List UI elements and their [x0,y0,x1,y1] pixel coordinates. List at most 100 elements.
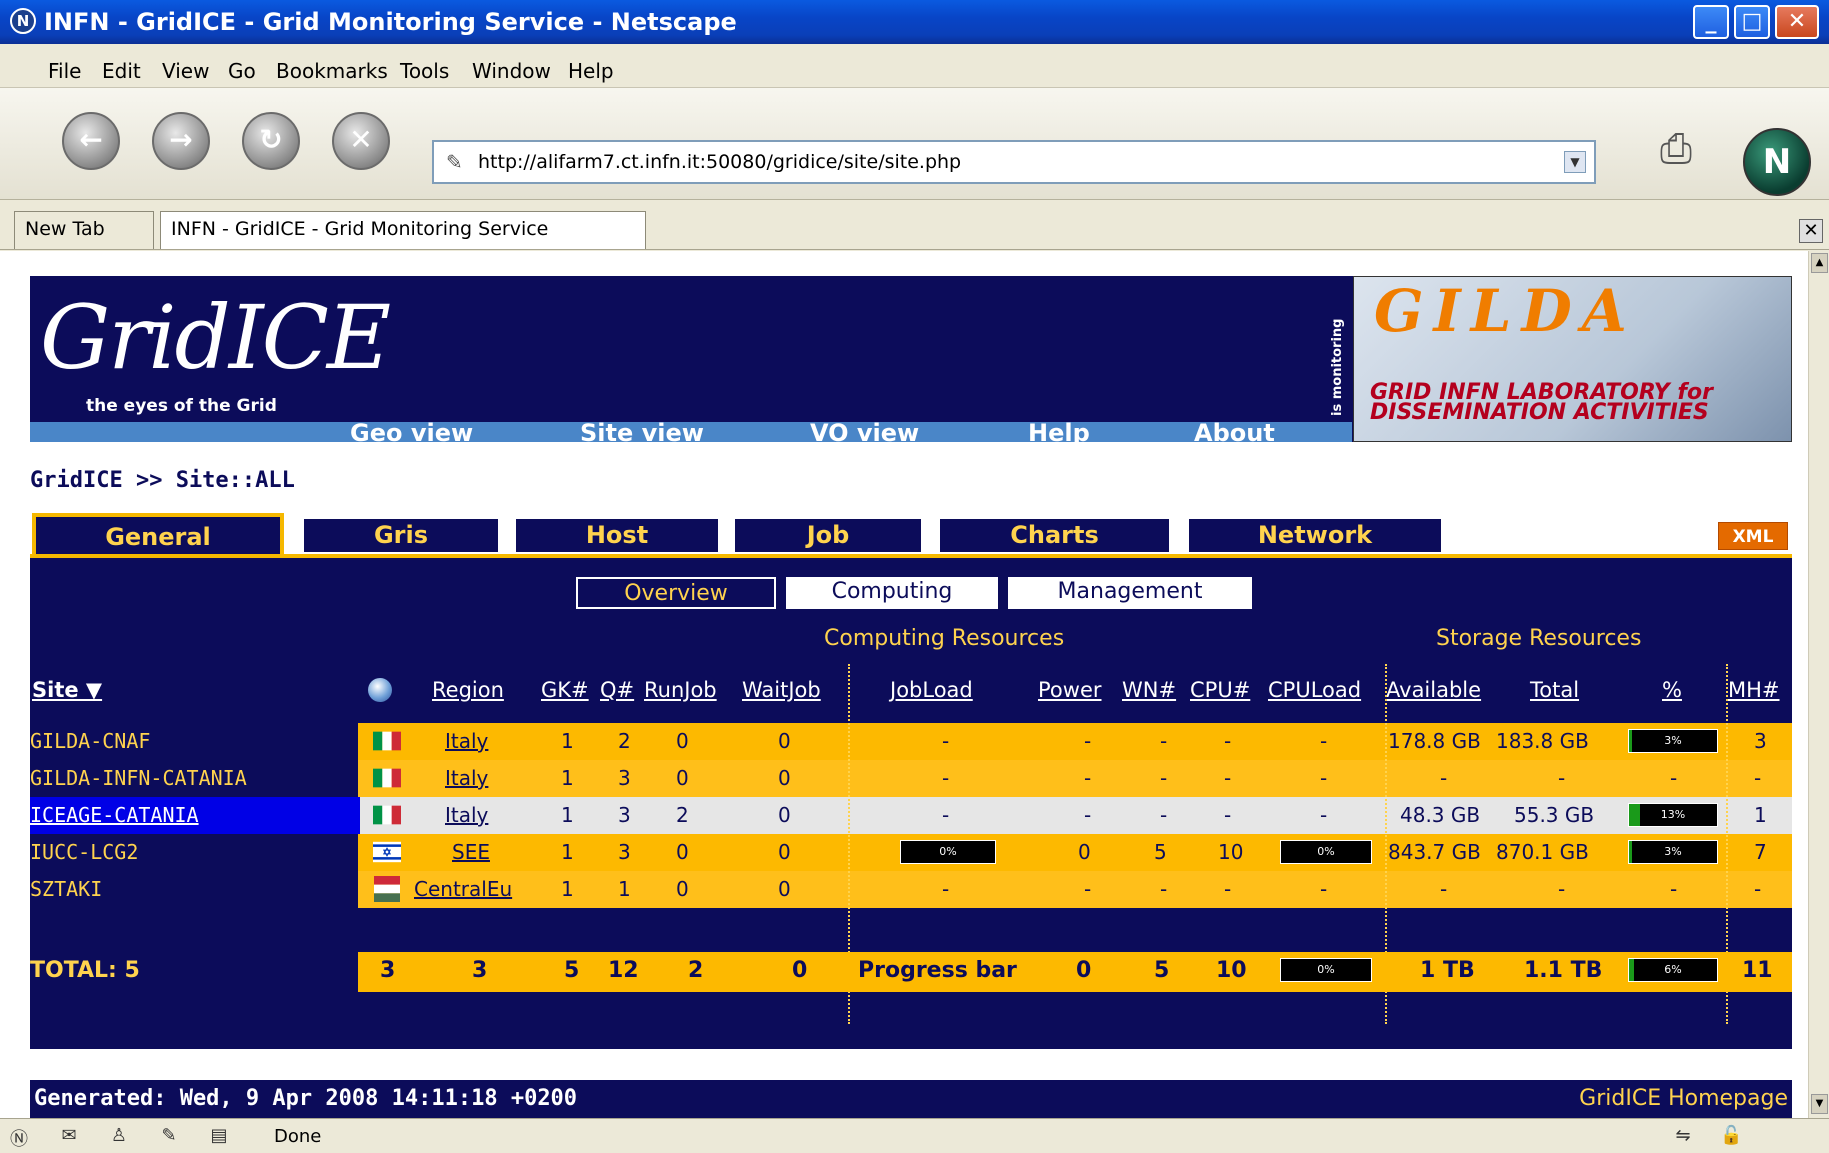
col-region[interactable]: Region [432,678,504,702]
back-icon[interactable]: ← [62,112,120,170]
scroll-down-icon[interactable]: ▼ [1811,1094,1828,1114]
region-link[interactable]: Italy [445,729,488,753]
cell-available: - [1440,877,1448,901]
xml-button[interactable]: XML [1718,522,1788,550]
table-row: SZTAKI CentralEu 1 1 0 0 - - - - - - - - - [30,871,1792,908]
minimize-button[interactable]: _ [1693,5,1729,39]
table-row: IUCC-LCG2 SEE 1 3 0 0 0% 0 5 10 0% 843.7 GB 870.1 GB… [30,834,1792,871]
storage-resources-heading: Storage Resources [1436,626,1642,651]
tab-charts[interactable]: Charts [940,519,1169,552]
close-tab-icon[interactable]: ✕ [1799,219,1823,243]
col-jobload[interactable]: JobLoad [890,678,973,702]
col-cpuload[interactable]: CPULoad [1268,678,1361,702]
tab-gridice[interactable]: INFN - GridICE - Grid Monitoring Service [160,211,646,249]
col-total[interactable]: Total [1530,678,1579,702]
cell-gk: 1 [561,877,574,901]
cell-runjob: 2 [676,803,689,827]
col-pct[interactable]: % [1662,678,1682,702]
cell-available: 48.3 GB [1400,803,1481,827]
total-label: TOTAL: 5 [30,958,140,983]
url-dropdown-icon[interactable]: ▼ [1564,151,1586,173]
col-available[interactable]: Available [1386,678,1481,702]
nav-vo-view[interactable]: VO view [810,419,919,447]
cell-waitjob: 0 [778,803,791,827]
mail-icon[interactable]: ✉ [58,1125,80,1147]
subtab-management[interactable]: Management [1008,577,1252,609]
netscape-status-icon[interactable]: Ⓝ [8,1125,30,1150]
forward-icon[interactable]: → [152,112,210,170]
site-name: GILDA-CNAF [30,729,151,753]
menu-edit[interactable]: Edit [102,59,141,83]
tab-job[interactable]: Job [735,519,921,552]
menu-window[interactable]: Window [472,59,551,83]
total-power: 0 [1076,958,1092,983]
cell-waitjob: 0 [778,840,791,864]
col-mh[interactable]: MH# [1728,678,1780,702]
cell-wn: - [1160,803,1168,827]
subtab-overview[interactable]: Overview [576,577,776,609]
cell-cpuload: - [1320,803,1328,827]
region-link[interactable]: SEE [452,840,490,864]
region-link[interactable]: CentralEu [414,877,512,901]
site-name[interactable]: ICEAGE-CATANIA [30,803,199,827]
gridice-logo[interactable]: GridICE the eyes of the Grid [30,276,391,426]
menu-file[interactable]: File [48,59,81,83]
scroll-up-icon[interactable]: ▲ [1811,253,1828,273]
site-name: IUCC-LCG2 [30,840,139,864]
print-icon[interactable]: ⎙ [1646,126,1706,182]
cell-wn: - [1160,766,1168,790]
addressbook-icon[interactable]: ▤ [208,1125,230,1147]
subtab-computing[interactable]: Computing [786,577,998,609]
composer-icon[interactable]: ✎ [158,1125,180,1147]
col-wn[interactable]: WN# [1122,678,1176,702]
col-power[interactable]: Power [1038,678,1102,702]
nav-geo-view[interactable]: Geo view [350,419,473,447]
tab-host[interactable]: Host [516,519,718,552]
region-link[interactable]: Italy [445,766,488,790]
cell-total: 55.3 GB [1514,803,1595,827]
tab-gris[interactable]: Gris [304,519,498,552]
stop-icon[interactable]: ✕ [332,112,390,170]
cell-gk: 1 [561,766,574,790]
menu-go[interactable]: Go [228,59,256,83]
col-waitjob[interactable]: WaitJob [742,678,821,702]
menu-bookmarks[interactable]: Bookmarks [276,59,388,83]
nav-site-view[interactable]: Site view [580,419,704,447]
tab-network[interactable]: Network [1189,519,1441,552]
offline-icon[interactable]: ⇋ [1672,1125,1694,1147]
reload-icon[interactable]: ↻ [242,112,300,170]
status-text: Done [274,1126,322,1147]
security-icon[interactable]: 🔓 [1720,1125,1742,1147]
cell-q: 1 [618,877,631,901]
cell-available: - [1440,766,1448,790]
window-titlebar: N INFN - GridICE - Grid Monitoring Servi… [0,0,1829,44]
nav-help[interactable]: Help [1028,419,1090,447]
col-q[interactable]: Q# [600,678,634,702]
cell-pct: - [1670,766,1678,790]
close-button[interactable]: ✕ [1775,5,1819,39]
cell-power: - [1084,729,1092,753]
total-flags: 3 [380,958,396,983]
nav-about[interactable]: About [1194,419,1275,447]
menu-view[interactable]: View [162,59,209,83]
col-gk[interactable]: GK# [541,678,589,702]
gridice-homepage-link[interactable]: GridICE Homepage [1579,1086,1788,1111]
cell-q: 2 [618,729,631,753]
col-runjob[interactable]: RunJob [644,678,717,702]
tab-new-tab[interactable]: New Tab [14,211,154,249]
cell-cpu: - [1224,803,1232,827]
url-bar[interactable]: ✎ http://alifarm7.ct.infn.it:50080/gridi… [432,140,1596,184]
gilda-banner[interactable]: GILDA GRID INFN LABORATORY for DISSEMINA… [1353,276,1792,442]
col-site[interactable]: Site ▼ [32,678,102,702]
maximize-button[interactable]: □ [1734,5,1770,39]
total-gk: 5 [564,958,580,983]
vertical-scrollbar[interactable]: ▲ ▼ [1808,251,1829,1118]
col-cpu[interactable]: CPU# [1190,678,1250,702]
menu-help[interactable]: Help [568,59,614,83]
cell-wn: 5 [1154,840,1167,864]
region-link[interactable]: Italy [445,803,488,827]
aim-icon[interactable]: ♙ [108,1125,130,1147]
netscape-logo[interactable]: N [1743,128,1811,196]
total-mh: 11 [1742,958,1773,983]
menu-tools[interactable]: Tools [400,59,449,83]
